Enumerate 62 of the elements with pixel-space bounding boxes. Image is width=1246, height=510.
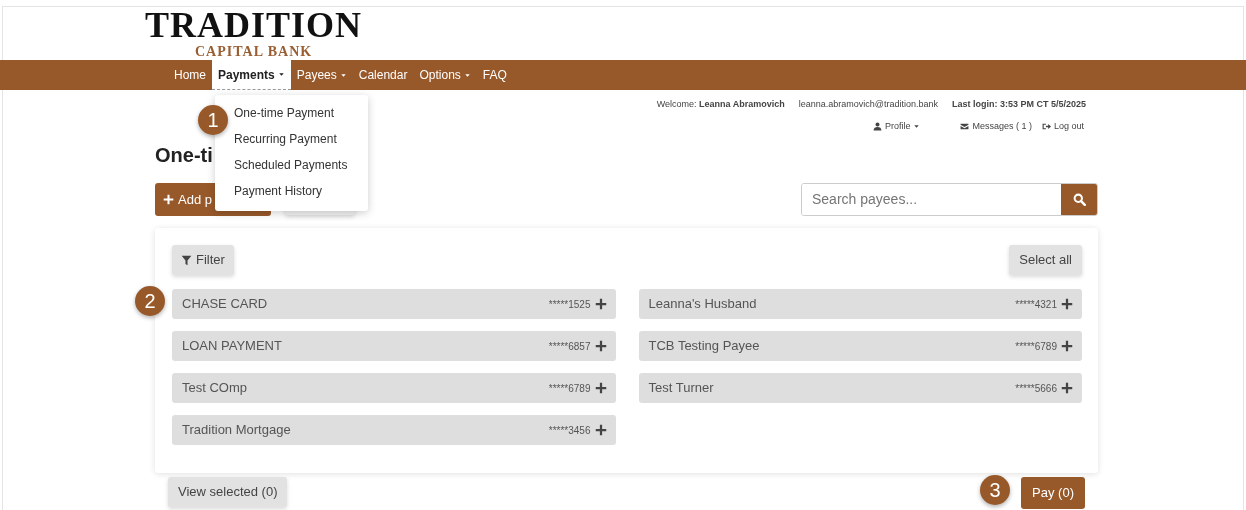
account-number: *****4321 [1015,297,1057,312]
nav-tab[interactable]: Calendar [352,60,414,90]
payee-row[interactable]: Test COmp *****6789 [172,373,616,403]
search-button[interactable] [1061,184,1097,215]
payee-name: LOAN PAYMENT [182,337,282,356]
search-field[interactable]: Search payees... [801,183,1098,216]
plus-icon [594,382,607,394]
logout-link[interactable]: Log out [1041,119,1084,133]
menu-item[interactable]: Recurring Payment [234,127,337,153]
payee-name: Test Turner [648,379,714,398]
menu-item[interactable]: Scheduled Payments [234,153,348,179]
filter-icon [181,254,192,266]
plus-icon [1061,340,1073,352]
nav-tab[interactable]: FAQ [476,60,513,90]
envelope-icon [960,121,970,131]
profile-link[interactable]: Profile [872,119,921,133]
messages-link[interactable]: Messages ( 1 ) [960,119,1032,133]
payee-row[interactable]: TCB Testing Payee *****6789 [638,331,1082,361]
payee-name: Tradition Mortgage [182,421,291,440]
account-number: *****3456 [548,423,591,438]
account-number: *****6789 [1015,339,1057,354]
step-number-badge: 2 [135,286,165,316]
plus-icon [594,298,607,310]
payee-row[interactable]: Tradition Mortgage *****3456 [172,415,616,445]
step-number-badge: 3 [980,475,1010,505]
page-title: One-ti [155,143,213,167]
payee-row[interactable]: Test Turner *****5666 [638,373,1082,403]
nav-tab[interactable]: Options [413,60,477,90]
user-icon [872,121,882,131]
payee-row[interactable]: CHASE CARD *****1525 [172,289,616,319]
account-number: *****6789 [548,381,591,396]
step-number-badge: 1 [198,105,228,135]
select-all-button[interactable]: Select all [1009,245,1082,275]
nav-tab[interactable]: Payments [212,60,291,90]
account-number: *****5666 [1015,381,1057,396]
payee-name: Leanna's Husband [648,295,757,314]
bank-logo-name: TRADITION [145,8,363,42]
bank-logo-tagline: CAPITAL BANK [195,45,313,59]
plus-icon [594,340,607,352]
user-email: leanna.abramovich@tradition.bank [798,98,938,111]
payee-row[interactable]: Leanna's Husband *****4321 [638,289,1082,319]
payee-name: CHASE CARD [182,295,268,314]
payee-name: TCB Testing Payee [648,337,760,356]
plus-icon [1061,298,1073,310]
account-number: *****6857 [548,339,591,354]
last-login-text: Last login: 3:53 PM CT 5/5/2025 [951,98,1086,111]
caret-icon [913,122,921,130]
welcome-text: Welcome: Leanna Abramovich [656,98,785,111]
nav-tab[interactable]: Home [168,60,212,90]
view-selected-button[interactable]: View selected (0) [168,477,288,507]
nav-tab[interactable]: Payees [290,60,353,90]
plus-icon [1061,382,1073,394]
menu-item[interactable]: One-time Payment [234,101,335,127]
account-number: *****1525 [548,297,591,312]
pay-button[interactable]: Pay (0) [1021,477,1085,509]
payee-row[interactable]: LOAN PAYMENT *****6857 [172,331,616,361]
payee-name: Test COmp [182,379,247,398]
logout-icon [1041,121,1051,131]
filter-button[interactable]: Filter [172,245,234,275]
plus-icon [163,194,174,205]
plus-icon [594,424,607,436]
search-icon [1072,193,1086,206]
